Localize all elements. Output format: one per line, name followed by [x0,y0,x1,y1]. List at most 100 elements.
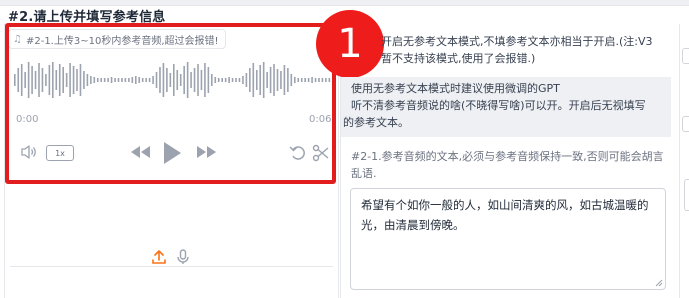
waveform-bar [211,74,213,86]
waveform-bar [76,69,78,91]
source-buttons [152,249,196,265]
cut-control-2 [682,116,689,132]
cut-control-3 [684,179,689,211]
audio-label-text: #2-1.上传3~10秒内参考音频,超过会报错! [25,35,219,47]
waveform-bar [197,64,199,96]
cut-control-1 [682,48,689,64]
music-note-icon: ♫ [13,33,22,45]
resize-handle-icon[interactable] [655,279,663,287]
no-ref-text-hint: 开启无参考文本模式,不填参考文本亦相当于开启.(注:V3 暂不支持该模式,使用了… [341,33,673,67]
playback-rate-button[interactable]: 1x [46,145,74,161]
waveform-bar [224,78,227,82]
waveform-bar [128,78,130,82]
waveform-bar [290,74,293,86]
waveform-bar [304,78,306,82]
current-time: 0:00 [16,114,39,125]
next-column-edge [679,24,689,298]
waveform-bar [145,78,147,82]
waveform-bar [72,66,75,94]
scissors-icon [312,144,329,162]
undo-icon [289,146,305,160]
waveform-bar [252,63,255,97]
waveform-bar [55,70,58,90]
microphone-icon[interactable] [176,249,190,265]
waveform-bar [17,68,20,92]
waveform-bar [245,73,248,87]
fast-forward-icon [197,146,216,158]
section-title: #2.请上传并填写参考信息 [8,10,166,25]
waveform-bar [287,68,289,92]
player-controls: 1x [14,142,332,164]
fast-forward-button[interactable] [195,145,217,159]
waveform-bar [20,64,23,96]
waveform-bar [86,74,89,86]
waveform-bar [79,64,82,96]
rewind-button[interactable] [130,145,152,159]
waveform-bar [155,72,158,88]
waveform-bar [249,68,251,92]
waveform-bar [58,64,61,96]
waveform-bar [134,76,137,84]
waveform[interactable] [14,58,332,102]
waveform-bar [266,72,268,88]
waveform-bar [235,78,237,82]
waveform-bar [110,77,113,83]
waveform-bar [328,78,331,82]
waveform-bar [148,78,151,82]
waveform-bar [48,65,51,95]
waveform-bar [173,64,175,96]
waveform-bar [24,72,26,88]
waveform-bar [300,78,303,82]
waveform-bar [100,78,103,82]
waveform-bar [179,74,182,86]
waveform-bar [138,77,141,83]
hint-line-1: 开启无参考文本模式,不填参考文本亦相当于开启.(注:V3 [381,35,653,48]
waveform-bar [259,65,262,95]
upload-icon[interactable] [152,249,166,265]
waveform-bar [186,62,189,98]
waveform-bar [38,63,40,97]
waveform-bar [283,65,286,95]
waveform-bar [117,78,120,82]
rewind-icon [131,146,150,158]
volume-button[interactable] [20,144,38,160]
waveform-bar [262,62,265,98]
waveform-bar [69,63,71,97]
waveform-bar [293,77,296,83]
waveform-bar [124,78,127,82]
grey-line-2: 听不清参考音频说的啥(不晓得写啥)可以开。开启后无视填写 [351,99,646,112]
ref-text-input[interactable]: 希望有个如你一般的人，如山间清爽的风，如古城温暖的光，由清晨到傍晚。 [350,188,666,290]
waveform-bar [207,67,210,93]
waveform-bar [114,78,116,82]
play-icon [164,142,181,164]
waveform-bar [65,73,68,87]
waveform-bar [183,66,185,94]
grey-line-1: 使用无参考文本模式时建议使用微调的GPT [351,82,560,95]
waveform-bar [307,78,310,82]
undo-button[interactable] [289,144,307,162]
waveform-bar [269,67,272,93]
waveform-bar [276,69,279,91]
waveform-bar [318,78,320,82]
play-button[interactable] [162,141,182,165]
waveform-bar [27,62,30,98]
waveform-bar [238,78,241,82]
waveform-bar [96,78,99,82]
trim-button[interactable] [312,144,330,162]
waveform-bar [34,71,37,89]
waveform-bar [204,63,206,97]
waveform-bar [231,78,234,82]
audio-label: ♫ #2-1.上传3~10秒内参考音频,超过会报错! [8,29,226,49]
waveform-bar [41,68,44,92]
waveform-bar [159,67,161,93]
waveform-bar [190,72,192,88]
waveform-bar [152,76,154,84]
waveform-bar [221,78,223,82]
waveform-bar [52,62,54,98]
gpt-hint-box: 使用无参考文本模式时建议使用微调的GPT 听不清参考音频说的啥(不晓得写啥)可以… [341,77,671,137]
bottom-divider [10,266,333,267]
waveform-bar [242,76,244,84]
waveform-bar [321,78,324,82]
waveform-bar [280,71,282,89]
ref-text-description: #2-1.参考音频的文本,必须与参考音频保持一致,否则可能会胡言乱语. [351,150,664,180]
